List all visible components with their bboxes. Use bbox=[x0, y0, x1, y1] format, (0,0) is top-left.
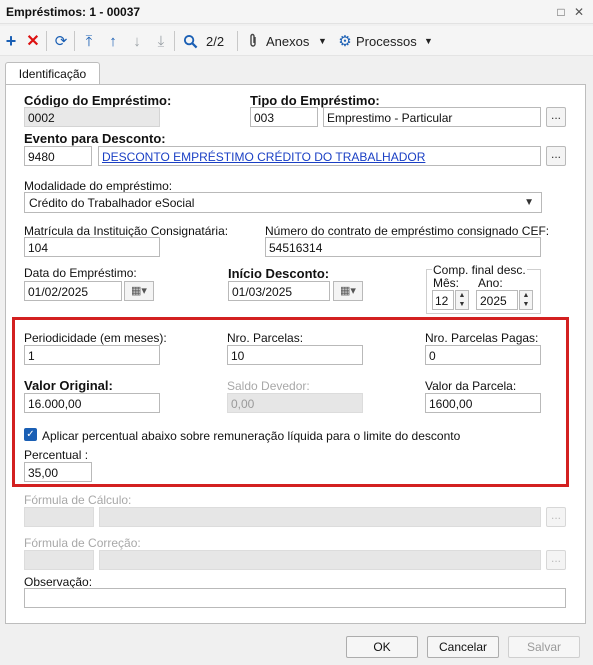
observacao-label: Observação: bbox=[24, 575, 93, 589]
data-emprestimo-input[interactable]: 01/02/2025 bbox=[24, 281, 122, 301]
ano-label: Ano: bbox=[478, 276, 503, 290]
formula-correcao-description bbox=[99, 550, 541, 570]
formula-calculo-code-input bbox=[24, 507, 94, 527]
chevron-down-icon[interactable]: ▼ bbox=[424, 36, 433, 46]
modalidade-selected-value: Crédito do Trabalhador eSocial bbox=[29, 196, 195, 210]
mes-stepper[interactable]: ▲ ▼ bbox=[455, 290, 469, 310]
gear-icon[interactable]: ⚙ bbox=[337, 30, 353, 52]
periodicidade-label: Periodicidade (em meses): bbox=[24, 331, 167, 345]
ok-button[interactable]: OK bbox=[346, 636, 418, 658]
last-record-icon[interactable]: ⤓ bbox=[152, 30, 170, 52]
mes-label: Mês: bbox=[433, 276, 460, 290]
record-counter: 2/2 bbox=[206, 34, 225, 49]
delete-icon[interactable]: ✕ bbox=[24, 30, 42, 52]
toolbar: + ✕ ⟳ ⤒ ↑ ↓ ⤓ 2/2 Anexos ▼ ⚙ Processos ▼ bbox=[0, 26, 593, 56]
maximize-icon[interactable]: □ bbox=[552, 3, 570, 21]
percentual-input[interactable]: 35,00 bbox=[24, 462, 92, 482]
saldo-devedor-label: Saldo Devedor: bbox=[227, 379, 310, 393]
search-icon[interactable] bbox=[180, 30, 200, 52]
tipo-emprestimo-description: Emprestimo - Particular bbox=[323, 107, 541, 127]
toolbar-separator bbox=[174, 31, 175, 51]
modalidade-label: Modalidade do empréstimo: bbox=[24, 179, 173, 193]
formula-calculo-label: Fórmula de Cálculo: bbox=[24, 493, 132, 507]
codigo-emprestimo-field: 0002 bbox=[24, 107, 160, 127]
tab-identificacao[interactable]: Identificação bbox=[5, 62, 100, 85]
title-bar: Empréstimos: 1 - 00037 □ ✕ bbox=[0, 0, 593, 24]
processos-menu[interactable]: Processos bbox=[356, 34, 417, 49]
formula-correcao-lookup-button: ... bbox=[546, 550, 566, 570]
aplicar-percentual-checkbox[interactable]: ✓ bbox=[24, 428, 37, 441]
nro-parcelas-pagas-label: Nro. Parcelas Pagas: bbox=[425, 331, 539, 345]
chevron-down-icon: ▼ bbox=[524, 197, 534, 208]
toolbar-separator bbox=[46, 31, 47, 51]
ano-input[interactable]: 2025 bbox=[476, 290, 518, 310]
nro-parcelas-input[interactable]: 10 bbox=[227, 345, 363, 365]
inicio-desconto-label: Início Desconto: bbox=[228, 266, 330, 281]
evento-desconto-description-link[interactable]: DESCONTO EMPRÉSTIMO CRÉDITO DO TRABALHAD… bbox=[98, 146, 541, 166]
data-emprestimo-label: Data do Empréstimo: bbox=[24, 266, 137, 280]
codigo-emprestimo-label: Código do Empréstimo: bbox=[24, 93, 172, 108]
matricula-input[interactable]: 104 bbox=[24, 237, 160, 257]
calendar-icon[interactable]: ▦▾ bbox=[124, 281, 154, 301]
aplicar-percentual-label: Aplicar percentual abaixo sobre remunera… bbox=[42, 429, 461, 443]
saldo-devedor-field: 0,00 bbox=[227, 393, 363, 413]
refresh-icon[interactable]: ⟳ bbox=[52, 30, 70, 52]
add-icon[interactable]: + bbox=[2, 30, 20, 52]
formula-correcao-label: Fórmula de Correção: bbox=[24, 536, 141, 550]
numero-contrato-input[interactable]: 54516314 bbox=[265, 237, 541, 257]
inicio-desconto-input[interactable]: 01/03/2025 bbox=[228, 281, 330, 301]
valor-original-input[interactable]: 16.000,00 bbox=[24, 393, 160, 413]
tipo-emprestimo-lookup-button[interactable]: ... bbox=[546, 107, 566, 127]
formula-calculo-lookup-button: ... bbox=[546, 507, 566, 527]
paperclip-icon[interactable] bbox=[245, 30, 261, 52]
previous-record-icon[interactable]: ↑ bbox=[104, 30, 122, 52]
anexos-menu[interactable]: Anexos bbox=[266, 34, 309, 49]
modalidade-select[interactable]: Crédito do Trabalhador eSocial ▼ bbox=[24, 192, 542, 213]
formula-calculo-description bbox=[99, 507, 541, 527]
toolbar-separator bbox=[74, 31, 75, 51]
comp-final-label: Comp. final desc. bbox=[432, 263, 527, 277]
nro-parcelas-pagas-input[interactable]: 0 bbox=[425, 345, 541, 365]
tipo-emprestimo-label: Tipo do Empréstimo: bbox=[250, 93, 380, 108]
valor-original-label: Valor Original: bbox=[24, 378, 113, 393]
evento-desconto-label: Evento para Desconto: bbox=[24, 131, 166, 146]
tipo-emprestimo-code-input[interactable]: 003 bbox=[250, 107, 318, 127]
window-title: Empréstimos: 1 - 00037 bbox=[6, 5, 141, 19]
evento-desconto-code-input[interactable]: 9480 bbox=[24, 146, 92, 166]
close-icon[interactable]: ✕ bbox=[570, 3, 588, 21]
percentual-label: Percentual : bbox=[24, 448, 89, 462]
ano-stepper[interactable]: ▲ ▼ bbox=[519, 290, 533, 310]
toolbar-separator bbox=[237, 31, 238, 51]
formula-correcao-code-input bbox=[24, 550, 94, 570]
save-button[interactable]: Salvar bbox=[508, 636, 580, 658]
next-record-icon[interactable]: ↓ bbox=[128, 30, 146, 52]
first-record-icon[interactable]: ⤒ bbox=[80, 30, 98, 52]
matricula-label: Matrícula da Instituição Consignatária: bbox=[24, 224, 229, 238]
periodicidade-input[interactable]: 1 bbox=[24, 345, 160, 365]
evento-desconto-lookup-button[interactable]: ... bbox=[546, 146, 566, 166]
calendar-icon[interactable]: ▦▾ bbox=[333, 281, 363, 301]
cancel-button[interactable]: Cancelar bbox=[427, 636, 499, 658]
chevron-down-icon[interactable]: ▼ bbox=[318, 36, 327, 46]
nro-parcelas-label: Nro. Parcelas: bbox=[227, 331, 304, 345]
observacao-input[interactable] bbox=[24, 588, 566, 608]
valor-parcela-label: Valor da Parcela: bbox=[425, 379, 517, 393]
mes-input[interactable]: 12 bbox=[432, 290, 454, 310]
numero-contrato-label: Número do contrato de empréstimo consign… bbox=[265, 224, 550, 238]
valor-parcela-input[interactable]: 1600,00 bbox=[425, 393, 541, 413]
